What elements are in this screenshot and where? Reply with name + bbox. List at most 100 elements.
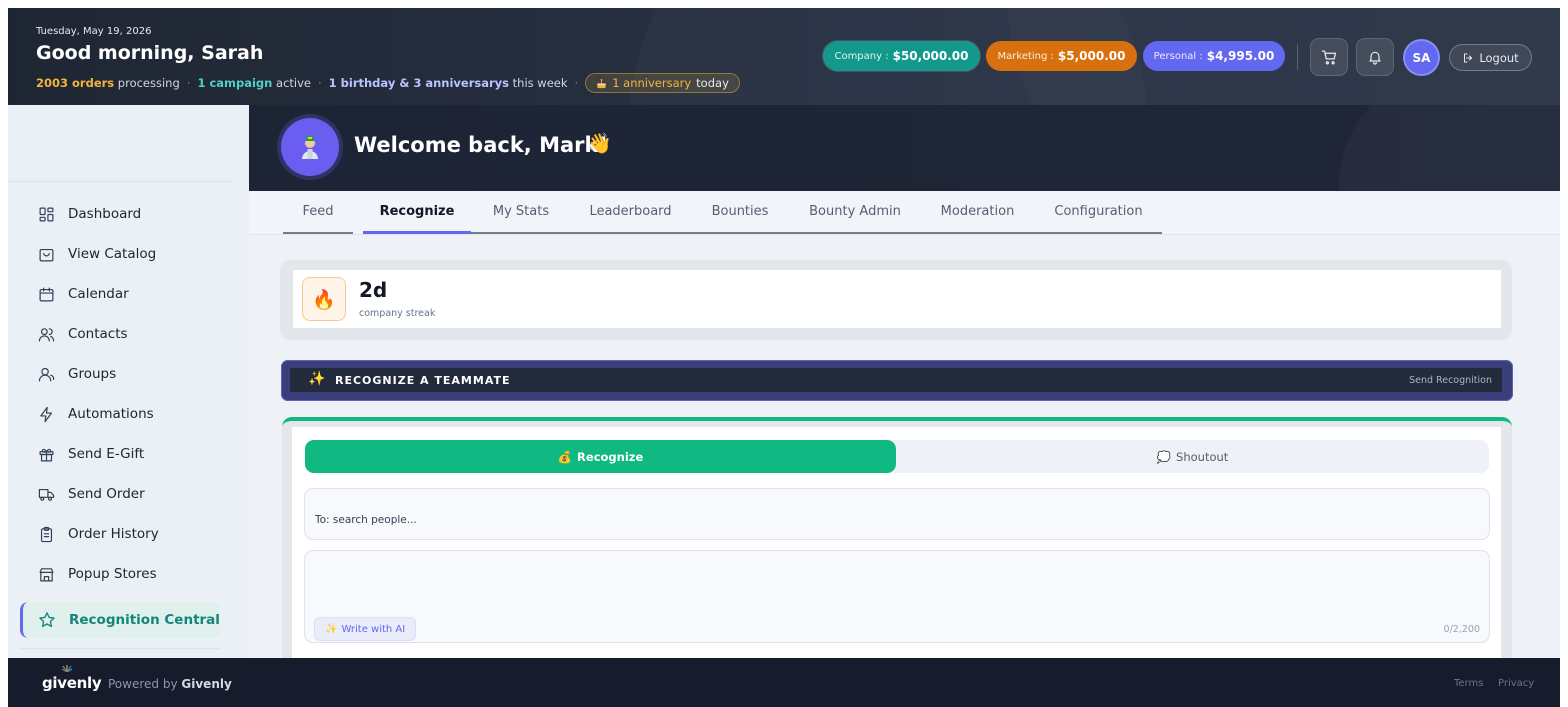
tab-my-stats[interactable]: My Stats — [471, 191, 571, 234]
sidebar-item-label: Calendar — [68, 286, 129, 302]
company-budget-pill[interactable]: Company : $50,000.00 — [823, 41, 980, 71]
powered-by-brand: Givenly — [181, 677, 232, 691]
anniversary-suffix: today — [696, 76, 729, 90]
cart-icon — [1321, 49, 1336, 64]
sparkle-icon: ✨ — [325, 623, 338, 635]
sidebar-item-contacts[interactable]: Contacts — [20, 316, 220, 352]
logo-spark-icon — [61, 665, 73, 672]
tab-leaderboard[interactable]: Leaderboard — [571, 191, 690, 234]
sidebar-item-send-e-gift[interactable]: Send E-Gift — [20, 436, 220, 472]
cart-button[interactable] — [1310, 38, 1348, 76]
tab-configuration[interactable]: Configuration — [1035, 191, 1162, 234]
bell-icon — [1369, 51, 1381, 65]
streak-card: 🔥 2d company streak — [280, 260, 1512, 340]
contacts-icon — [38, 327, 55, 341]
givenly-logo[interactable]: givenly — [42, 674, 102, 692]
recognition-form-card: 💰 Recognize 💭 Shoutout ✨ Write with AI — [282, 417, 1512, 687]
sidebar-item-label: View Catalog — [68, 246, 157, 262]
sidebar-item-order-history[interactable]: Order History — [20, 516, 220, 552]
sparkle-icon: ✨ — [308, 371, 326, 387]
tab-feed[interactable]: Feed — [283, 191, 353, 234]
sidebar-item-view-catalog[interactable]: View Catalog — [20, 236, 220, 272]
profile-avatar[interactable] — [281, 118, 339, 176]
top-header: Tuesday, May 19, 2026 Good morning, Sara… — [8, 8, 1560, 105]
sidebar-item-label: Groups — [68, 366, 117, 382]
app-frame: Tuesday, May 19, 2026 Good morning, Sara… — [8, 8, 1560, 707]
cake-icon — [597, 78, 606, 88]
thought-bubble-icon: 💭 — [1156, 449, 1172, 464]
terms-link[interactable]: Terms — [1454, 678, 1483, 689]
personal-budget-amount: $4,995.00 — [1206, 49, 1275, 63]
recognize-mode-button[interactable]: 💰 Recognize — [305, 440, 896, 473]
orders-count[interactable]: 2003 orders — [36, 76, 114, 90]
anniversary-chip[interactable]: 1 anniversary today — [585, 73, 740, 93]
send-recognition-link[interactable]: Send Recognition — [1409, 375, 1492, 386]
shoutout-mode-button[interactable]: 💭 Shoutout — [896, 440, 1489, 473]
logout-button[interactable]: Logout — [1449, 44, 1532, 71]
person-avatar-icon — [302, 136, 318, 159]
sidebar-divider — [8, 181, 232, 182]
sidebar-item-calendar[interactable]: Calendar — [20, 276, 220, 312]
hero-decoration — [1339, 105, 1560, 191]
welcome-hero: Welcome back, Mark! 👋 — [249, 105, 1560, 191]
shopping-bag-icon — [39, 248, 54, 261]
write-with-ai-label: Write with AI — [341, 623, 406, 635]
marketing-budget-pill[interactable]: Marketing : $5,000.00 — [986, 41, 1137, 71]
stats-separator: · — [317, 76, 322, 90]
groups-icon — [38, 367, 55, 381]
user-avatar[interactable]: SA — [1403, 39, 1440, 76]
anniversary-count: 1 anniversary — [612, 76, 692, 90]
events-suffix: this week — [512, 76, 568, 90]
logout-label: Logout — [1479, 50, 1519, 65]
header-date: Tuesday, May 19, 2026 — [36, 26, 152, 37]
logout-icon — [1464, 53, 1473, 62]
sidebar-item-send-order[interactable]: Send Order — [20, 476, 220, 512]
notifications-button[interactable] — [1356, 38, 1394, 76]
tab-bounty-admin[interactable]: Bounty Admin — [790, 191, 920, 234]
wave-emoji: 👋 — [587, 131, 612, 155]
tab-recognize[interactable]: Recognize — [363, 191, 471, 234]
sidebar-item-popup-stores[interactable]: Popup Stores — [20, 556, 220, 592]
marketing-budget-label: Marketing : — [997, 50, 1054, 62]
powered-by: Powered by Givenly — [108, 677, 232, 691]
recognize-teammate-bar[interactable]: ✨ RECOGNIZE A TEAMMATE Send Recognition — [281, 360, 1513, 401]
tab-moderation[interactable]: Moderation — [920, 191, 1035, 234]
recognize-mode-label: Recognize — [577, 449, 644, 464]
sidebar-item-label: Order History — [68, 526, 159, 542]
dashboard-icon — [39, 207, 54, 221]
recipient-search-input[interactable] — [315, 511, 915, 529]
sidebar-item-label: Contacts — [68, 326, 128, 342]
sidebar-item-automations[interactable]: Automations — [20, 396, 220, 432]
orders-suffix: processing — [117, 76, 180, 90]
truck-icon — [38, 488, 55, 501]
lightning-icon — [40, 406, 53, 422]
write-with-ai-button[interactable]: ✨ Write with AI — [314, 617, 417, 641]
message-field[interactable]: ✨ Write with AI 0/2,200 — [304, 550, 1490, 643]
calendar-icon — [39, 287, 54, 301]
events-count[interactable]: 1 birthday & 3 anniversarys — [329, 76, 509, 90]
main-content: Welcome back, Mark! 👋 Feed Recognize My … — [249, 105, 1560, 687]
footer: givenly Powered by Givenly Terms Privacy — [8, 658, 1560, 707]
privacy-link[interactable]: Privacy — [1498, 678, 1534, 689]
shoutout-mode-label: Shoutout — [1176, 449, 1229, 464]
stats-separator: · — [186, 76, 191, 90]
sidebar-item-groups[interactable]: Groups — [20, 356, 220, 392]
campaign-suffix: active — [276, 76, 311, 90]
sidebar-item-label: Dashboard — [68, 206, 142, 222]
personal-budget-pill[interactable]: Personal : $4,995.00 — [1143, 41, 1285, 71]
money-bag-icon: 💰 — [557, 449, 573, 464]
sidebar-item-recognition-central[interactable]: Recognition Central — [20, 602, 220, 638]
store-icon — [39, 567, 54, 581]
recognize-teammate-header: ✨ RECOGNIZE A TEAMMATE Send Recognition — [290, 368, 1502, 392]
tab-bounties[interactable]: Bounties — [690, 191, 790, 234]
character-counter: 0/2,200 — [1443, 624, 1480, 635]
recipient-field — [304, 488, 1490, 540]
sidebar: Dashboard View Catalog Calendar Contacts… — [8, 105, 249, 658]
streak-content: 🔥 2d company streak — [293, 270, 1501, 328]
header-divider — [1297, 44, 1298, 70]
welcome-title: Welcome back, Mark! — [354, 133, 609, 157]
sidebar-item-dashboard[interactable]: Dashboard — [20, 196, 220, 232]
campaign-count[interactable]: 1 campaign — [197, 76, 272, 90]
sidebar-item-label: Send E-Gift — [68, 446, 145, 462]
mode-toggle: 💰 Recognize 💭 Shoutout — [305, 440, 1489, 473]
